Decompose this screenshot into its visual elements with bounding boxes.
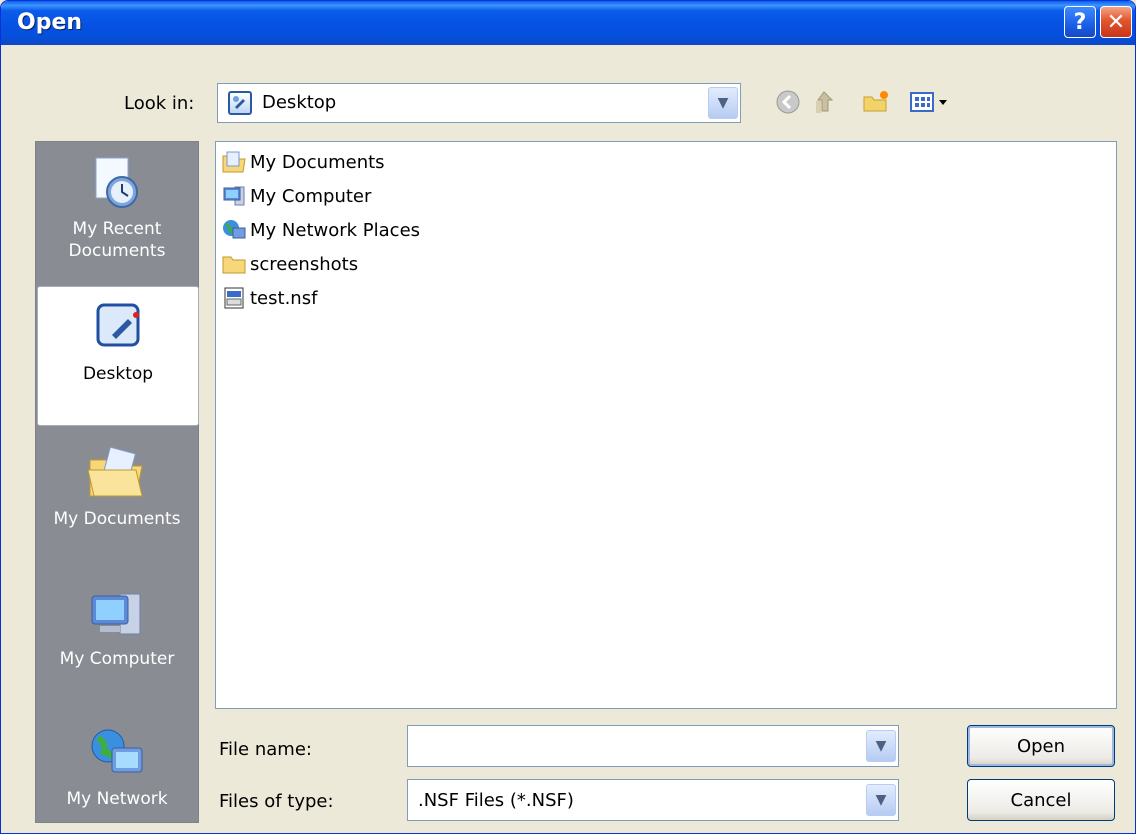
up-folder-icon [816, 91, 834, 113]
filename-label: File name: [219, 739, 312, 760]
desktop-icon [228, 91, 252, 115]
place-my-recent-documents[interactable]: My Recent Documents [36, 142, 198, 282]
place-desktop[interactable]: Desktop [37, 286, 199, 426]
views-menu-button[interactable] [905, 85, 957, 119]
chevron-down-icon: ▼ [875, 792, 887, 808]
place-label: My Network [66, 789, 168, 809]
filetype-value: .NSF Files (*.NSF) [418, 790, 574, 811]
nsf-file-icon [220, 285, 248, 311]
my-computer-icon [220, 183, 248, 209]
window-title: Open [17, 10, 83, 35]
file-name: My Network Places [250, 219, 421, 241]
help-icon: ? [1073, 9, 1087, 35]
cancel-button[interactable]: Cancel [967, 779, 1115, 821]
file-name: screenshots [250, 253, 359, 275]
place-label: My Documents [53, 509, 181, 529]
place-my-network[interactable]: My Network [36, 712, 198, 833]
list-item[interactable]: test.nsf [220, 282, 317, 314]
place-my-documents[interactable]: My Documents [36, 432, 198, 572]
lookin-dropdown-button[interactable]: ▼ [708, 87, 738, 119]
file-name: My Documents [250, 151, 385, 173]
up-folder-button[interactable] [807, 85, 841, 119]
open-button[interactable]: Open [967, 725, 1115, 767]
place-my-computer[interactable]: My Computer [36, 572, 198, 712]
close-button[interactable]: ✕ [1100, 6, 1132, 38]
chevron-down-icon: ▼ [717, 95, 729, 111]
close-icon: ✕ [1106, 9, 1126, 35]
my-computer-icon [91, 593, 141, 635]
my-documents-icon [87, 446, 143, 497]
place-label-line2: Documents [68, 241, 166, 261]
list-item[interactable]: My Computer [220, 180, 371, 212]
title-bar[interactable]: Open ? ✕ [1, 1, 1135, 45]
filename-combobox[interactable]: ▼ [407, 725, 899, 767]
lookin-value: Desktop [262, 92, 337, 113]
places-bar: My Recent Documents Desktop My Documents [35, 141, 199, 823]
chevron-down-icon: ▼ [875, 738, 887, 754]
file-name: test.nsf [250, 287, 318, 309]
filetype-dropdown[interactable]: .NSF Files (*.NSF) ▼ [407, 779, 899, 821]
help-button[interactable]: ? [1064, 6, 1096, 38]
new-folder-button[interactable] [859, 85, 893, 119]
list-item[interactable]: My Documents [220, 146, 385, 178]
filename-dropdown-button[interactable]: ▼ [866, 730, 896, 762]
back-button[interactable] [771, 85, 805, 119]
lookin-dropdown[interactable]: Desktop ▼ [217, 83, 741, 123]
filetype-label: Files of type: [219, 791, 334, 812]
back-arrow-icon [776, 90, 800, 114]
file-name: My Computer [250, 185, 372, 207]
my-network-icon [91, 729, 143, 773]
views-menu-icon [910, 92, 947, 112]
lookin-label: Look in: [124, 93, 195, 114]
place-label: Desktop [82, 364, 154, 384]
list-item[interactable]: screenshots [220, 248, 358, 280]
open-dialog: Open ? ✕ Look in: Desktop ▼ My Recent Do… [0, 0, 1136, 834]
my-documents-icon [220, 149, 248, 175]
list-item[interactable]: My Network Places [220, 214, 420, 246]
folder-icon [220, 251, 248, 277]
filename-input[interactable] [414, 734, 854, 758]
place-label-line1: My Recent [72, 219, 162, 239]
network-places-icon [220, 217, 248, 243]
filetype-dropdown-button[interactable]: ▼ [866, 784, 896, 816]
place-label: My Computer [59, 649, 175, 669]
desktop-icon [96, 303, 140, 347]
file-list[interactable]: My Documents My Computer My Network Plac… [215, 141, 1117, 709]
recent-documents-icon [95, 157, 138, 208]
new-folder-icon [863, 91, 888, 112]
